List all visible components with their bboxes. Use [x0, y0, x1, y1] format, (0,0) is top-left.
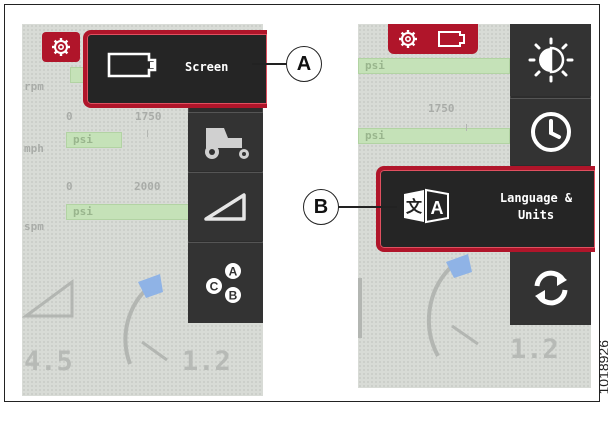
- incline-outline: [22, 279, 74, 318]
- gauge-tick: [141, 340, 168, 362]
- clock-menu-item[interactable]: [510, 98, 591, 165]
- incline-angle-icon: [203, 193, 246, 221]
- gauge-edge: [358, 278, 362, 338]
- left-side-menu: A C B: [188, 86, 263, 323]
- settings-gear-icon: [52, 38, 70, 56]
- language-translate-icon: 文 A: [404, 188, 449, 224]
- abc-menu-item[interactable]: A C B: [188, 242, 263, 323]
- right-bottom-value: 1.2: [510, 334, 559, 365]
- bottom-value-b: 1.2: [182, 346, 231, 377]
- mid-psi-bar: psi: [358, 128, 510, 144]
- tractor-vehicle-icon: [204, 128, 249, 159]
- gauge-tick: [451, 324, 479, 346]
- scale-zero-1: 0: [66, 110, 73, 123]
- settings-gear-icon: [399, 30, 417, 48]
- screen-label: Screen: [185, 60, 229, 74]
- language-units-menu-item-highlighted[interactable]: 文 A Language & Units: [376, 166, 595, 252]
- top-psi-bar: psi: [358, 58, 510, 74]
- scale-1750: 1750: [135, 110, 162, 123]
- gauge-arc: [426, 266, 452, 357]
- callout-a: A: [286, 46, 322, 82]
- mph-psi: psi: [73, 133, 93, 146]
- figure-number: 1018926: [596, 340, 608, 395]
- right-scale-1750: 1750: [428, 102, 455, 115]
- abc-options-icon: A C B: [205, 263, 241, 303]
- scale-2000: 2000: [134, 180, 161, 193]
- refresh-sync-icon: [534, 270, 567, 306]
- top-psi: psi: [365, 59, 385, 72]
- mph-bar: psi: [66, 132, 122, 148]
- scale-zero-2: 0: [66, 180, 73, 193]
- tick: [466, 124, 467, 131]
- sync-menu-item[interactable]: [510, 250, 591, 325]
- settings-tab[interactable]: [42, 32, 80, 62]
- svg-text:文: 文: [406, 197, 423, 216]
- brightness-icon: [528, 37, 573, 83]
- clock-icon: [530, 112, 571, 152]
- callout-b-leader: [337, 206, 397, 208]
- svg-text:C: C: [209, 280, 218, 294]
- spm-bar: psi: [66, 204, 193, 220]
- screen-menu-item-highlighted[interactable]: Screen: [83, 30, 267, 108]
- svg-text:B: B: [228, 289, 237, 303]
- callout-a-leader: [252, 63, 288, 65]
- rpm-label: rpm: [24, 80, 44, 93]
- brightness-menu-item[interactable]: [510, 24, 591, 96]
- spm-label: spm: [24, 220, 44, 233]
- bottom-value-a: 4.5: [24, 346, 73, 377]
- settings-tab-bar[interactable]: [388, 24, 478, 54]
- gauge-needle-marker: [446, 254, 472, 278]
- language-units-label: Language & Units: [499, 191, 573, 222]
- svg-text:A: A: [228, 265, 237, 279]
- svg-text:A: A: [431, 198, 444, 218]
- mid-psi: psi: [365, 129, 385, 142]
- vehicle-menu-item[interactable]: [188, 112, 263, 171]
- spm-psi: psi: [73, 205, 93, 218]
- mph-label: mph: [24, 142, 44, 155]
- tick: [147, 130, 148, 137]
- incline-menu-item[interactable]: [188, 172, 263, 241]
- callout-b: B: [303, 189, 339, 225]
- screen-display-icon: [438, 31, 465, 47]
- screen-display-icon: [107, 52, 157, 78]
